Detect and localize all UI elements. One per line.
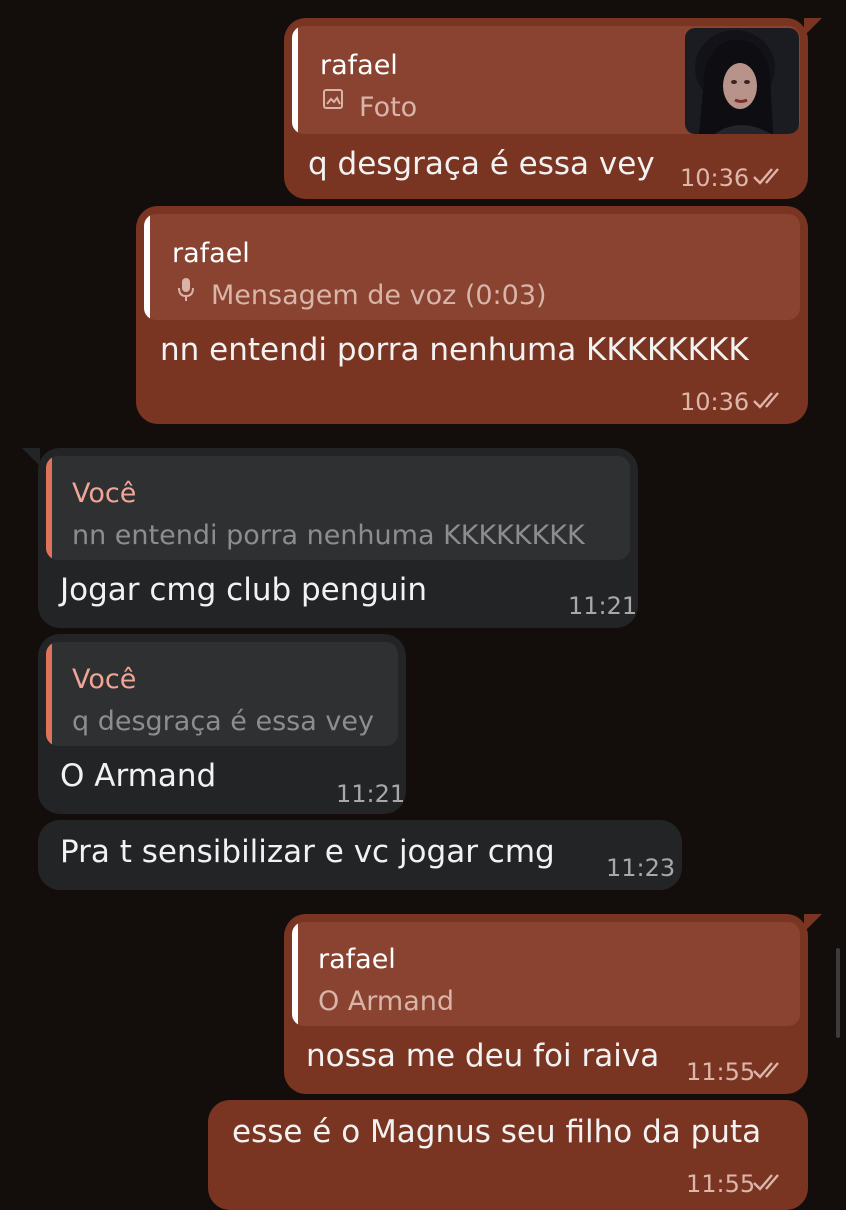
message-time: 11:55 <box>686 1058 756 1086</box>
reply-text: q desgraça é essa vey <box>72 706 374 737</box>
reply-bar <box>292 26 298 134</box>
message-text: Pra t sensibilizar e vc jogar cmg <box>60 834 555 870</box>
reply-author: rafael <box>320 50 398 81</box>
mic-icon <box>178 278 194 301</box>
reply-bar <box>46 642 52 746</box>
double-check-icon <box>753 392 779 409</box>
message-time: 10:36 <box>680 164 750 192</box>
photo-thumbnail[interactable] <box>685 28 799 134</box>
message-text: nossa me deu foi raiva <box>306 1038 660 1074</box>
reply-text: Foto <box>359 92 418 123</box>
double-check-icon <box>753 168 779 185</box>
message-bubble-outgoing[interactable]: rafael Foto q desgraça é essa vey 10:36 <box>284 18 822 199</box>
message-text: Jogar cmg club penguin <box>60 572 427 608</box>
message-text: esse é o Magnus seu filho da puta <box>232 1114 762 1150</box>
reply-preview[interactable]: Você q desgraça é essa vey <box>46 642 398 746</box>
reply-bar <box>144 214 150 320</box>
message-time: 11:55 <box>686 1170 756 1198</box>
reply-author: rafael <box>172 238 250 269</box>
message-bubble-outgoing[interactable]: rafael O Armand nossa me deu foi raiva 1… <box>284 914 822 1094</box>
reply-author: Você <box>72 478 137 509</box>
message-bubble-outgoing[interactable]: rafael Mensagem de voz (0:03) nn entendi… <box>136 206 808 424</box>
scrollbar[interactable] <box>836 948 840 1038</box>
reply-text: O Armand <box>318 986 455 1017</box>
message-bubble-incoming[interactable]: Você q desgraça é essa vey O Armand 11:2… <box>38 634 406 814</box>
reply-author: Você <box>72 664 137 695</box>
reply-text: nn entendi porra nenhuma KKKKKKKK <box>72 520 585 551</box>
message-time: 10:36 <box>680 388 750 416</box>
message-bubble-incoming[interactable]: Você nn entendi porra nenhuma KKKKKKKK J… <box>22 448 638 628</box>
message-time: 11:21 <box>336 780 406 808</box>
message-time: 11:21 <box>568 592 638 620</box>
message-bubble-incoming[interactable]: Pra t sensibilizar e vc jogar cmg 11:23 <box>38 820 682 890</box>
message-text: nn entendi porra nenhuma KKKKKKKK <box>160 332 749 368</box>
reply-preview[interactable]: rafael Mensagem de voz (0:03) <box>144 214 800 320</box>
message-text: q desgraça é essa vey <box>308 146 655 182</box>
double-check-icon <box>753 1174 779 1191</box>
reply-bar <box>292 922 298 1026</box>
reply-author: rafael <box>318 944 396 975</box>
reply-text: Mensagem de voz (0:03) <box>211 280 547 311</box>
message-time: 11:23 <box>606 854 676 882</box>
message-bubble-outgoing[interactable]: esse é o Magnus seu filho da puta 11:55 <box>208 1100 808 1210</box>
reply-preview[interactable]: rafael O Armand <box>292 922 800 1026</box>
reply-bar <box>46 456 52 560</box>
reply-preview[interactable]: rafael Foto <box>292 26 800 134</box>
message-text: O Armand <box>60 758 217 794</box>
reply-preview[interactable]: Você nn entendi porra nenhuma KKKKKKKK <box>46 456 630 560</box>
image-icon <box>323 89 343 109</box>
double-check-icon <box>753 1062 779 1079</box>
